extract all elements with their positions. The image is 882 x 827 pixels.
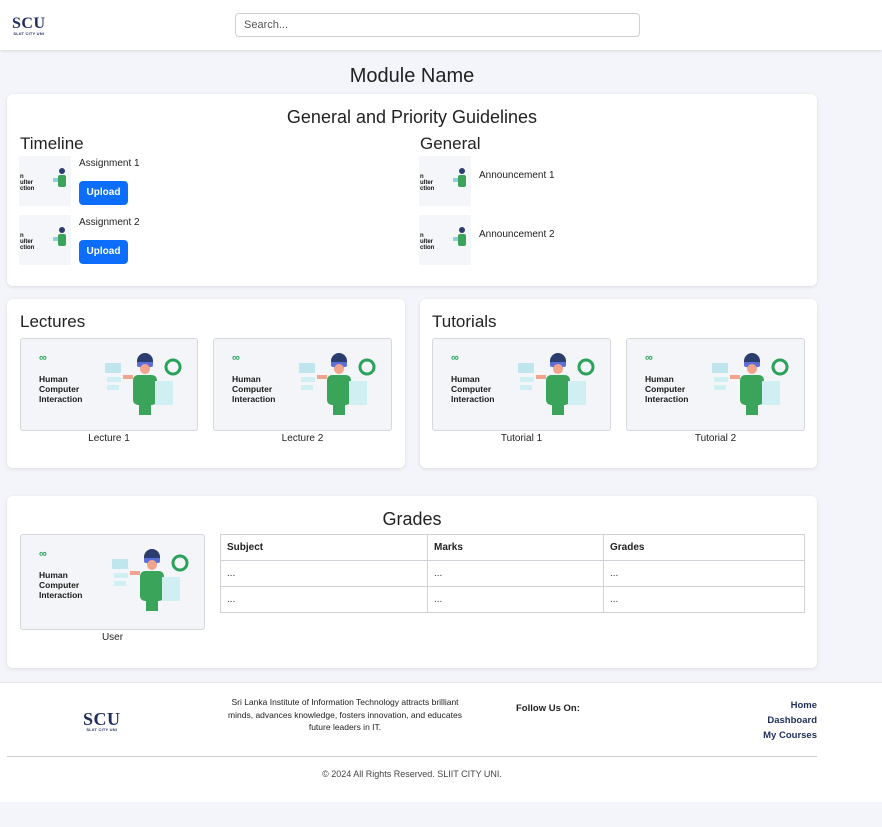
footer-link-my-courses[interactable]: My Courses [763,730,817,741]
tutorial-caption: Tutorial 1 [500,433,543,444]
footer-description: Sri Lanka Institute of Information Techn… [228,697,462,732]
footer-link-home[interactable]: Home [791,700,817,711]
tutorial-caption: Tutorial 2 [694,433,737,444]
upload-button[interactable]: Upload [79,240,128,264]
person-illustration-icon [53,227,66,246]
top-header: SCU SLIIT CITY UNI [0,0,882,50]
general-title: General [420,134,481,153]
table-cell: ... [220,560,428,587]
tutorial-tile[interactable]: ∞ Human Computer Interaction [432,338,611,431]
guidelines-title: General and Priority Guidelines [286,107,538,127]
table-cell: ... [220,586,428,613]
vr-person-illustration-icon [518,353,595,415]
vr-person-illustration-icon [112,549,189,611]
course-name: Human Computer Interaction [39,570,83,600]
thumbnail-text: n ulter ction [420,233,435,251]
logo-text: SCU [83,709,121,729]
follow-us-label: Follow Us On: [516,703,580,714]
assignment-thumbnail: n ulter ction [19,156,71,206]
site-logo[interactable]: SCU SLIIT CITY UNI [12,16,46,36]
column-header-subject: Subject [220,534,428,561]
vr-person-illustration-icon [299,353,376,415]
announcement-thumbnail: n ulter ction [419,156,471,206]
logo-text: SCU [12,15,46,32]
vr-person-illustration-icon [105,353,182,415]
thumbnail-text: n ulter ction [20,174,35,192]
table-row: ... ... ... [220,560,805,587]
brand-logo-icon: ∞ [232,352,240,364]
announcement-thumbnail: n ulter ction [419,215,471,265]
brand-logo-icon: ∞ [39,352,47,364]
table-cell: ... [603,560,805,587]
logo-subtext: SLIIT CITY UNI [86,727,118,732]
lecture-tile[interactable]: ∞ Human Computer Interaction [20,338,198,431]
lecture-caption: Lecture 2 [281,433,324,444]
person-illustration-icon [453,168,466,187]
page-footer: SCU SLIIT CITY UNI Sri Lanka Institute o… [0,682,882,802]
user-tile[interactable]: ∞ Human Computer Interaction [20,534,205,630]
table-row: ... ... ... [220,586,805,613]
column-header-grades: Grades [603,534,805,561]
assignment-label: Assignment 1 [79,158,140,169]
brand-logo-icon: ∞ [39,548,47,560]
assignment-label: Assignment 2 [79,217,140,228]
grades-table: Subject Marks Grades ... ... ... ... ...… [220,534,805,613]
vr-person-illustration-icon [712,353,789,415]
thumbnail-text: n ulter ction [20,233,35,251]
announcement-label[interactable]: Announcement 1 [479,170,555,181]
search-input[interactable] [235,13,640,37]
table-cell: ... [603,586,805,613]
assignment-thumbnail: n ulter ction [19,215,71,265]
course-name: Human Computer Interaction [39,374,83,404]
guidelines-card: General and Priority Guidelines Timeline… [7,94,817,286]
user-caption: User [101,632,124,643]
logo-subtext: SLIIT CITY UNI [13,31,45,36]
tutorial-tile[interactable]: ∞ Human Computer Interaction [626,338,805,431]
brand-logo-icon: ∞ [645,352,653,364]
footer-link-dashboard[interactable]: Dashboard [767,715,817,726]
table-cell: ... [427,560,604,587]
tutorials-title: Tutorials [432,312,497,331]
brand-logo-icon: ∞ [451,352,459,364]
thumbnail-text: n ulter ction [420,174,435,192]
announcement-label[interactable]: Announcement 2 [479,229,555,240]
page-title: Module Name [349,65,475,87]
column-header-marks: Marks [427,534,604,561]
upload-button[interactable]: Upload [79,181,128,205]
footer-logo[interactable]: SCU SLIIT CITY UNI [83,710,121,732]
course-name: Human Computer Interaction [232,374,276,404]
timeline-title: Timeline [20,134,84,153]
footer-divider [7,756,817,757]
lecture-caption: Lecture 1 [88,433,130,444]
person-illustration-icon [453,227,466,246]
copyright-text: © 2024 All Rights Reserved. SLIIT CITY U… [322,769,502,779]
table-cell: ... [427,586,604,613]
course-name: Human Computer Interaction [645,374,689,404]
grades-title: Grades [382,509,442,529]
lecture-tile[interactable]: ∞ Human Computer Interaction [213,338,392,431]
person-illustration-icon [53,168,66,187]
lectures-title: Lectures [20,312,86,331]
table-header-row: Subject Marks Grades [220,534,805,561]
course-name: Human Computer Interaction [451,374,495,404]
